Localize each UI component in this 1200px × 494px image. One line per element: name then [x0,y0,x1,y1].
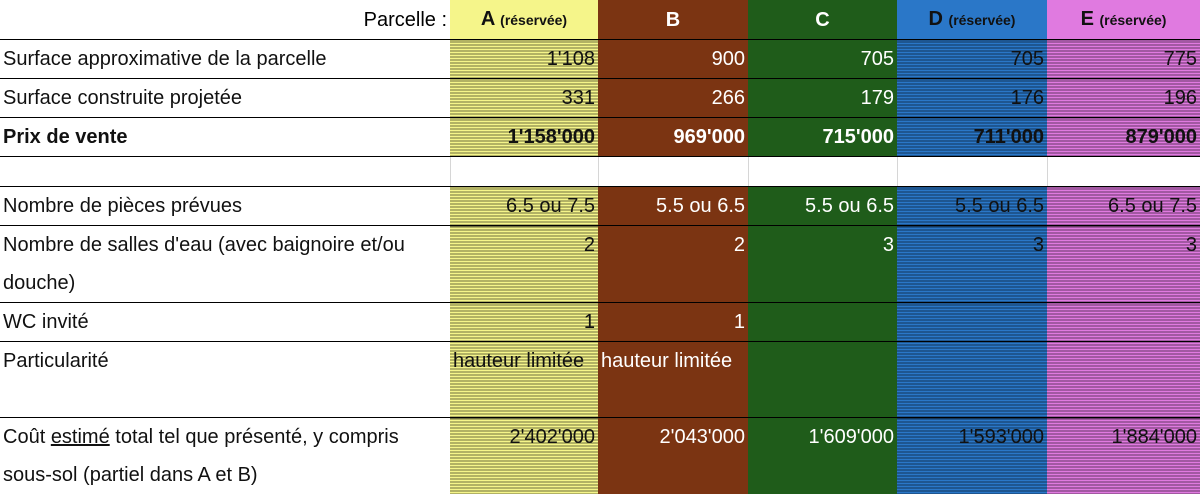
header-parcel-d[interactable]: D (réservée) [897,0,1047,40]
header-row: Parcelle : A (réservée) B C D (réservée)… [0,0,1200,40]
cell-d[interactable]: 5.5 ou 6.5 [897,187,1047,226]
header-parcel-b[interactable]: B [598,0,748,40]
cell-a[interactable]: 2'402'000 [450,418,598,494]
spacer-cell [0,157,450,187]
cell-d[interactable]: 711'000 [897,118,1047,157]
cell-a[interactable]: 1 [450,303,598,342]
parcel-letter: E [1081,8,1094,30]
cell-e[interactable]: 6.5 ou 7.5 [1047,187,1200,226]
row-label: Surface construite projetée [0,79,450,118]
row-label: Prix de vente [0,118,450,157]
cell-b[interactable]: 2 [598,226,748,303]
label-underlined: estimé [51,426,110,448]
cell-e[interactable]: 879'000 [1047,118,1200,157]
row-label: Particularité [0,342,450,418]
cell-e[interactable]: 775 [1047,40,1200,79]
header-label: Parcelle : [0,0,450,40]
header-parcel-c[interactable]: C [748,0,897,40]
cell-d[interactable]: 3 [897,226,1047,303]
row-cout: Coût estimé total tel que présenté, y co… [0,418,1200,494]
parcel-note: (réservée) [949,12,1016,28]
cell-e[interactable] [1047,303,1200,342]
parcel-letter: A [481,8,495,30]
cell-d[interactable]: 705 [897,40,1047,79]
cell-c[interactable]: 5.5 ou 6.5 [748,187,897,226]
cell-a[interactable]: 1'158'000 [450,118,598,157]
spacer-cell [897,157,1047,187]
cell-d[interactable]: 1'593'000 [897,418,1047,494]
parcel-table: Parcelle : A (réservée) B C D (réservée)… [0,0,1200,494]
row-particularite: Particularité hauteur limitée hauteur li… [0,342,1200,418]
cell-e[interactable]: 1'884'000 [1047,418,1200,494]
cell-d[interactable] [897,342,1047,418]
spacer-cell [748,157,897,187]
cell-e[interactable] [1047,342,1200,418]
row-label: Nombre de salles d'eau (avec baignoire e… [0,226,450,303]
cell-b[interactable]: 969'000 [598,118,748,157]
header-parcel-a[interactable]: A (réservée) [450,0,598,40]
parcel-note: (réservée) [500,12,567,28]
cell-a[interactable]: 331 [450,79,598,118]
row-label: Coût estimé total tel que présenté, y co… [0,418,450,494]
row-prix: Prix de vente 1'158'000 969'000 715'000 … [0,118,1200,157]
cell-c[interactable] [748,342,897,418]
cell-a[interactable]: 2 [450,226,598,303]
row-wc: WC invité 1 1 [0,303,1200,342]
parcel-letter: D [929,8,943,30]
row-surface-parcelle: Surface approximative de la parcelle 1'1… [0,40,1200,79]
row-spacer [0,157,1200,187]
cell-b[interactable]: 266 [598,79,748,118]
parcel-note: (réservée) [1099,12,1166,28]
spacer-cell [1047,157,1200,187]
parcel-letter: B [666,9,680,31]
cell-c[interactable]: 179 [748,79,897,118]
row-label: Surface approximative de la parcelle [0,40,450,79]
cell-a[interactable]: hauteur limitée [450,342,598,418]
cell-d[interactable] [897,303,1047,342]
spacer-cell [598,157,748,187]
row-pieces: Nombre de pièces prévues 6.5 ou 7.5 5.5 … [0,187,1200,226]
header-parcel-e[interactable]: E (réservée) [1047,0,1200,40]
parcel-letter: C [815,9,829,31]
cell-b[interactable]: hauteur limitée [598,342,748,418]
cell-e[interactable]: 196 [1047,79,1200,118]
cell-a[interactable]: 6.5 ou 7.5 [450,187,598,226]
cell-a[interactable]: 1'108 [450,40,598,79]
cell-b[interactable]: 900 [598,40,748,79]
row-surface-construite: Surface construite projetée 331 266 179 … [0,79,1200,118]
cell-c[interactable]: 1'609'000 [748,418,897,494]
cell-b[interactable]: 5.5 ou 6.5 [598,187,748,226]
spacer-cell [450,157,598,187]
label-part: Coût [3,426,51,448]
row-salles-eau: Nombre de salles d'eau (avec baignoire e… [0,226,1200,303]
cell-c[interactable]: 705 [748,40,897,79]
cell-d[interactable]: 176 [897,79,1047,118]
cell-c[interactable]: 3 [748,226,897,303]
row-label: WC invité [0,303,450,342]
cell-b[interactable]: 1 [598,303,748,342]
row-label: Nombre de pièces prévues [0,187,450,226]
cell-e[interactable]: 3 [1047,226,1200,303]
cell-c[interactable] [748,303,897,342]
cell-c[interactable]: 715'000 [748,118,897,157]
cell-b[interactable]: 2'043'000 [598,418,748,494]
